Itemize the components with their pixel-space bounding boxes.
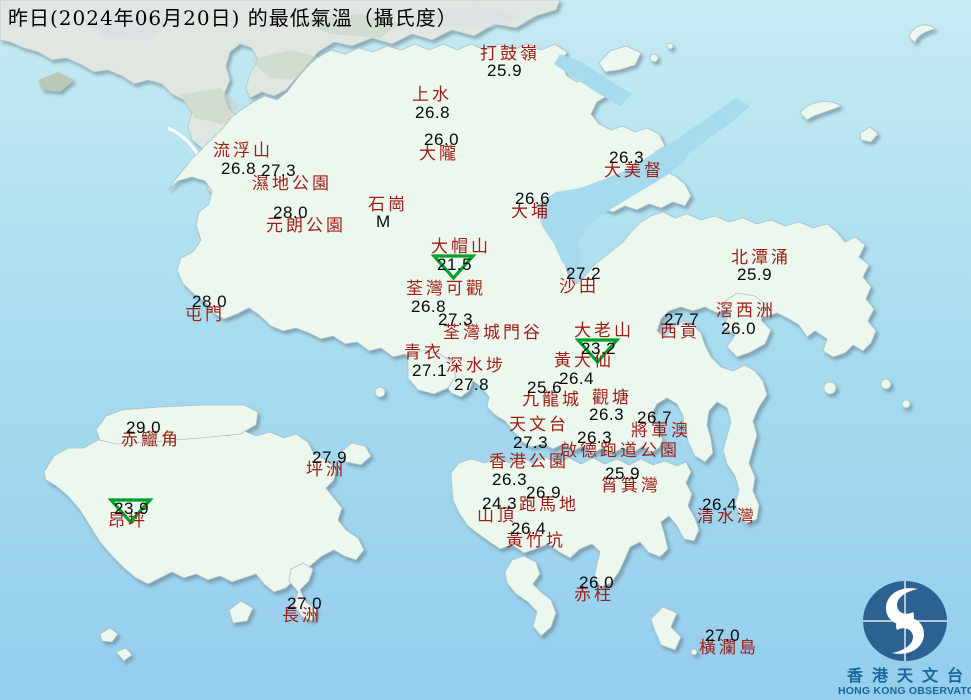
- station-temperature-value: 29.0: [126, 419, 161, 436]
- station-temperature-value: 26.0: [424, 131, 459, 148]
- station-temperature-value: 28.0: [192, 293, 227, 310]
- station-name-label: 深水埗: [446, 358, 506, 376]
- station-temperature-value: 28.0: [273, 204, 308, 221]
- station-temperature-value: 26.9: [526, 484, 561, 501]
- station-temperature-value: 27.3: [513, 434, 548, 451]
- station-temperature-value: 27.0: [705, 627, 740, 644]
- station-temperature-value: 27.1: [412, 362, 447, 379]
- station-temperature-value: 26.8: [415, 104, 450, 121]
- station-temperature-value: 26.0: [579, 574, 614, 591]
- station-labels-layer: 25.9打鼓嶺26.8上水26.0大隴26.3大美督26.8流浮山27.3濕地公…: [0, 0, 971, 700]
- station-temperature-value: 26.6: [515, 190, 550, 207]
- station-temperature-value: 24.3: [482, 495, 517, 512]
- station-temperature-value: 26.4: [511, 520, 546, 537]
- station-temperature-value: 23.2: [581, 340, 616, 357]
- hko-logo-english-name: HONG KONG OBSERVATORY: [838, 685, 971, 698]
- station-temperature-value: 27.9: [312, 449, 347, 466]
- weather-map-screen: 昨日(2024年06月20日) 的最低氣溫（攝氏度） 25.9打鼓嶺26.8上水…: [0, 0, 971, 700]
- station-temperature-value: 27.7: [664, 311, 699, 328]
- station-temperature-value: M: [376, 213, 391, 230]
- station-temperature-value: 27.8: [454, 376, 489, 393]
- station-temperature-value: 27.3: [261, 162, 296, 179]
- station-temperature-value: 26.0: [721, 320, 756, 337]
- map-title: 昨日(2024年06月20日) 的最低氣溫（攝氏度）: [8, 5, 458, 31]
- station-temperature-value: 21.5: [437, 256, 472, 273]
- hko-logo: 香港天文台 HONG KONG OBSERVATORY: [838, 576, 971, 697]
- hko-logo-chinese-name: 香港天文台: [838, 667, 971, 685]
- station-temperature-value: 25.9: [605, 465, 640, 482]
- station-temperature-value: 27.2: [566, 265, 601, 282]
- station-temperature-value: 25.9: [487, 62, 522, 79]
- station-temperature-value: 26.7: [637, 409, 672, 426]
- hko-logo-icon: [855, 576, 955, 666]
- station-temperature-value: 26.3: [589, 406, 624, 423]
- station-temperature-value: 26.3: [609, 149, 644, 166]
- station-temperature-value: 27.0: [287, 595, 322, 612]
- station-temperature-value: 23.9: [114, 500, 149, 517]
- station-temperature-value: 25.6: [527, 379, 562, 396]
- station-temperature-value: 26.8: [221, 160, 256, 177]
- station-temperature-value: 26.4: [559, 370, 594, 387]
- station-temperature-value: 26.4: [702, 496, 737, 513]
- station-temperature-value: 26.3: [577, 429, 612, 446]
- station-temperature-value: 25.9: [737, 266, 772, 283]
- station-temperature-value: 27.3: [438, 311, 473, 328]
- station-temperature-value: 26.3: [492, 471, 527, 488]
